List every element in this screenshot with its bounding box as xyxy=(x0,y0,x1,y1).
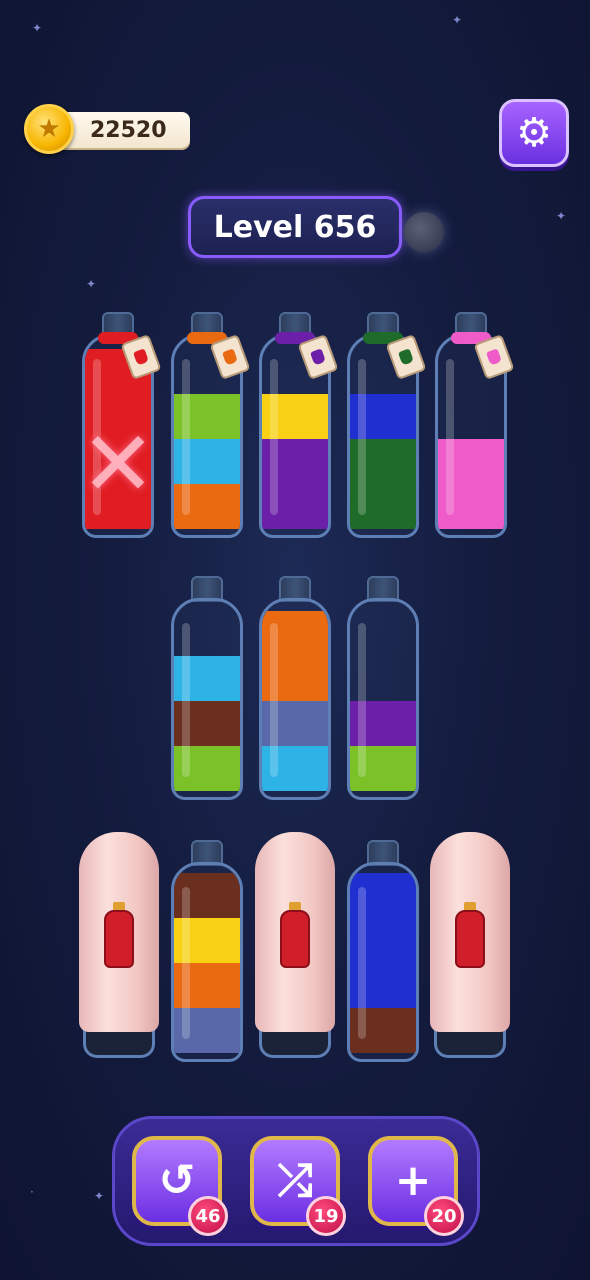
glass-shine xyxy=(270,359,278,515)
bottle-b6[interactable] xyxy=(171,576,243,800)
bottle-base xyxy=(434,1028,506,1058)
shuffle-count-badge: 19 xyxy=(306,1196,346,1236)
star-decoration: ✦ xyxy=(556,209,567,223)
bottle-b2[interactable] xyxy=(171,312,251,538)
bottle-b9[interactable] xyxy=(171,840,243,1062)
add-bottle-icon: + xyxy=(394,1155,432,1206)
bottle-glass xyxy=(347,598,419,800)
red-potion-icon xyxy=(455,902,485,968)
coin-counter: ★ 22520 xyxy=(24,104,192,154)
level-indicator-dot xyxy=(404,212,444,252)
bottle-glass xyxy=(259,598,331,800)
bottle-b5[interactable] xyxy=(435,312,515,538)
glass-shine xyxy=(182,887,190,1039)
glass-shine xyxy=(182,623,190,777)
bottle-b3[interactable] xyxy=(259,312,339,538)
glass-shine xyxy=(270,623,278,777)
level-badge: Level 656 xyxy=(188,196,402,258)
bottle-glass xyxy=(171,862,243,1062)
covered-bottle[interactable] xyxy=(430,832,510,1062)
add-bottle-count-badge: 20 xyxy=(424,1196,464,1236)
bottle-base xyxy=(83,1028,155,1058)
star-decoration: ✦ xyxy=(94,1189,105,1203)
bottle-b10[interactable] xyxy=(347,840,419,1062)
undo-count-badge: 46 xyxy=(188,1196,228,1236)
star-decoration: ✦ xyxy=(86,277,97,291)
star-decoration: · xyxy=(30,1185,34,1199)
shuffle-icon: ⤮ xyxy=(277,1155,313,1206)
bottle-glass xyxy=(171,598,243,800)
bottle-b4[interactable] xyxy=(347,312,427,538)
star-coin-icon: ★ xyxy=(24,104,74,154)
glass-shine xyxy=(358,359,366,515)
gear-icon: ⚙ xyxy=(516,110,552,156)
settings-button[interactable]: ⚙ xyxy=(499,99,569,167)
bottle-b7[interactable] xyxy=(259,576,331,800)
glass-shine xyxy=(358,887,366,1039)
bottle-base xyxy=(259,1028,331,1058)
star-decoration: ✦ xyxy=(452,13,463,27)
locked-x-mark: ✕ xyxy=(80,412,156,517)
bottle-b8[interactable] xyxy=(347,576,419,800)
red-potion-icon xyxy=(104,902,134,968)
glass-shine xyxy=(358,623,366,777)
level-label: Level 656 xyxy=(213,209,377,245)
covered-bottle[interactable] xyxy=(255,832,335,1062)
star-decoration: ✦ xyxy=(32,21,43,35)
covered-bottle[interactable] xyxy=(79,832,159,1062)
glass-shine xyxy=(446,359,454,515)
glass-shine xyxy=(182,359,190,515)
red-potion-icon xyxy=(280,902,310,968)
coin-value: 22520 xyxy=(90,118,167,143)
undo-icon: ↺ xyxy=(158,1155,196,1206)
bottle-glass xyxy=(347,862,419,1062)
